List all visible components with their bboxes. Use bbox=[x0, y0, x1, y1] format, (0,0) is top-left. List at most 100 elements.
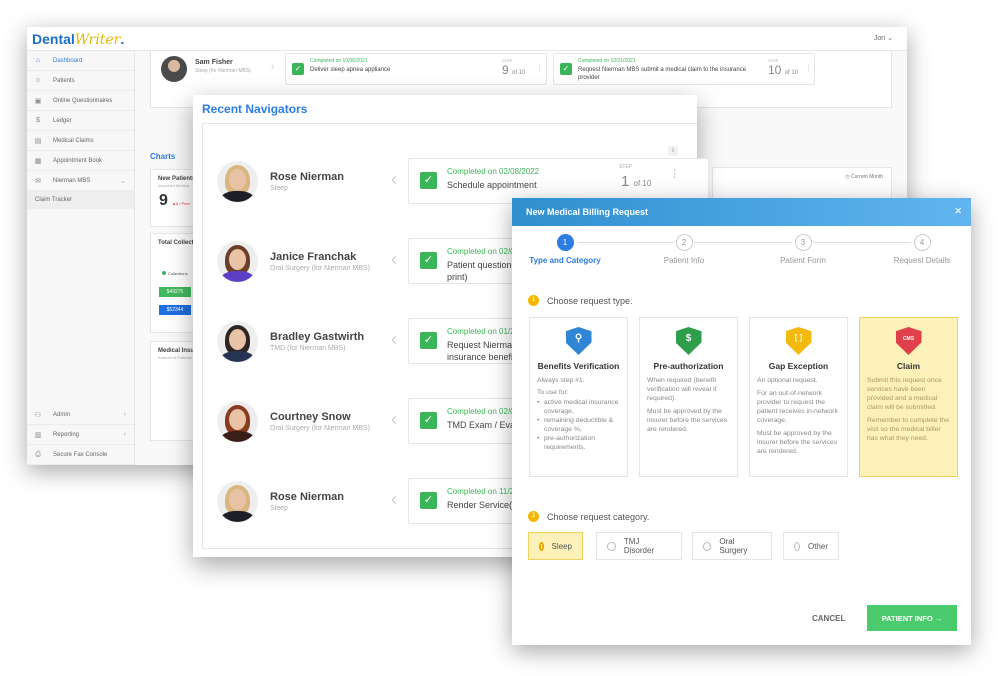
new-patients-delta: ▲6 / Prev bbox=[172, 201, 190, 206]
sidebar-item-ledger[interactable]: $ Ledger bbox=[27, 111, 134, 131]
type-card-description: Always step #1. To use for: active medic… bbox=[530, 376, 627, 452]
step-number: 4 bbox=[913, 234, 931, 251]
category-label: TMJ Disorder bbox=[623, 537, 655, 555]
category-option-other[interactable]: Other bbox=[783, 532, 839, 560]
patient-subtitle: TMD (for Nierman MBS) bbox=[270, 345, 346, 352]
current-month-filter[interactable]: ◷ Current Month bbox=[845, 174, 883, 180]
type-card-gap-exception[interactable]: [ ] Gap Exception An optional request. F… bbox=[749, 317, 848, 477]
step-label: Type and Category bbox=[529, 256, 601, 265]
patient-subtitle: Sleep (for Nierman MBS) bbox=[195, 68, 251, 74]
completed-date: Completed on 02/0 bbox=[447, 407, 515, 416]
category-option-oral-surgery[interactable]: Oral Surgery bbox=[692, 532, 772, 560]
sidebar-item-label: Admin bbox=[53, 411, 71, 418]
avatar[interactable] bbox=[217, 401, 258, 442]
sidebar-item-label: Ledger bbox=[53, 117, 72, 124]
avatar[interactable] bbox=[217, 161, 258, 202]
task-text: Deliver sleep apnea appliance bbox=[310, 67, 391, 73]
step-number: 1 bbox=[621, 173, 630, 190]
sidebar-item-admin[interactable]: ⚇ Admin › bbox=[27, 405, 134, 425]
claim-shield-icon: CMS bbox=[895, 327, 922, 355]
step-patient-info[interactable]: 2 Patient Info bbox=[634, 234, 734, 265]
patient-name[interactable]: Courtney Snow bbox=[270, 411, 351, 423]
chevron-left-icon[interactable]: ‹ bbox=[391, 329, 397, 350]
chevron-left-icon[interactable]: ‹ bbox=[391, 489, 397, 510]
section-number-badge: 2 bbox=[528, 511, 539, 522]
sidebar-item-appointment-book[interactable]: ▦ Appointment Book bbox=[27, 151, 134, 171]
radio-unselected-icon bbox=[794, 541, 800, 551]
patient-subtitle: Oral Surgery (for Nierman MBS) bbox=[270, 425, 370, 432]
current-month-label: Current Month bbox=[851, 174, 883, 180]
patient-name[interactable]: Rose Nierman bbox=[270, 171, 344, 183]
bracket-shield-icon: [ ] bbox=[785, 327, 812, 355]
patient-name[interactable]: Bradley Gastwirth bbox=[270, 331, 364, 343]
charts-heading: Charts bbox=[150, 152, 176, 161]
description-line: Must be approved by the insurer before t… bbox=[647, 408, 728, 433]
kebab-menu-icon[interactable]: ⋮ bbox=[669, 169, 680, 180]
patient-info-next-button[interactable]: PATIENT INFO → bbox=[867, 605, 957, 631]
checkbox-checked-icon: ✓ bbox=[420, 172, 437, 189]
type-card-title: Gap Exception bbox=[768, 361, 829, 371]
sidebar-item-online-questionnaires[interactable]: ▣ Online Questionnaires bbox=[27, 91, 134, 111]
section-label: Choose request category. bbox=[547, 511, 650, 522]
kebab-menu-icon[interactable]: ⋮ bbox=[805, 64, 812, 72]
step-request-details[interactable]: 4 Request Details bbox=[872, 234, 972, 265]
patient-name[interactable]: Sam Fisher bbox=[195, 59, 233, 66]
sidebar-item-reporting[interactable]: ▥ Reporting › bbox=[27, 425, 134, 445]
collections-value: $49275 bbox=[159, 287, 191, 297]
chevron-left-icon[interactable]: ‹ bbox=[271, 61, 274, 72]
step-patient-form[interactable]: 3 Patient Form bbox=[753, 234, 853, 265]
logo-dot: . bbox=[120, 31, 125, 47]
avatar[interactable] bbox=[217, 481, 258, 522]
description-line: For an out-of-network provider to reques… bbox=[757, 390, 838, 424]
sidebar-item-nierman-mbs[interactable]: ✉ Nierman MBS ⌄ bbox=[27, 171, 134, 191]
chevron-left-icon[interactable]: ‹ bbox=[391, 249, 397, 270]
step-total: of 10 bbox=[784, 70, 799, 76]
kebab-menu-icon[interactable]: ⋮ bbox=[536, 64, 543, 72]
chevron-left-icon[interactable]: ‹ bbox=[391, 409, 397, 430]
avatar[interactable] bbox=[217, 241, 258, 282]
close-icon[interactable]: × bbox=[954, 203, 962, 218]
info-icon[interactable]: i bbox=[668, 146, 678, 156]
avatar bbox=[161, 56, 187, 82]
modal-header: New Medical Billing Request × bbox=[512, 198, 971, 226]
sidebar-item-patients[interactable]: ☺ Patients bbox=[27, 71, 134, 91]
chevron-left-icon[interactable]: ‹ bbox=[391, 169, 397, 190]
step-label: Patient Form bbox=[780, 256, 826, 265]
sidebar-item-label: Nierman MBS bbox=[53, 177, 91, 184]
sidebar-item-dashboard[interactable]: ⌂ Dashboard bbox=[27, 51, 134, 71]
sidebar-item-medical-claims[interactable]: ▤ Medical Claims bbox=[27, 131, 134, 151]
user-menu[interactable]: Jon ⌄ bbox=[874, 34, 893, 42]
mail-icon: ✉ bbox=[35, 177, 41, 185]
sidebar-item-secure-fax-console[interactable]: ⎙ Secure Fax Console bbox=[27, 445, 134, 465]
step-counter: 1 of 10 bbox=[621, 173, 651, 190]
avatar[interactable] bbox=[217, 321, 258, 362]
patient-name[interactable]: Janice Franchak bbox=[270, 251, 356, 263]
type-card-pre-authorization[interactable]: $ Pre-authorization When required (benef… bbox=[639, 317, 738, 477]
type-card-title: Benefits Verification bbox=[537, 361, 620, 371]
category-option-tmj-disorder[interactable]: TMJ Disorder bbox=[596, 532, 682, 560]
type-card-description: Submit this request once services have b… bbox=[860, 376, 957, 443]
section-number-badge: 1 bbox=[528, 295, 539, 306]
step-card[interactable]: ✓ Completed on 10/21/2021 Request Nierma… bbox=[553, 53, 815, 85]
legend-collections: Collections bbox=[162, 271, 188, 276]
type-card-claim[interactable]: CMS Claim Submit this request once servi… bbox=[859, 317, 958, 477]
step-card[interactable]: ✓ Completed on 10/06/2021 Deliver sleep … bbox=[285, 53, 547, 85]
use-list: active medical insurance coverage, remai… bbox=[537, 398, 620, 452]
category-label: Sleep bbox=[551, 541, 572, 551]
shield-glyph: [ ] bbox=[794, 333, 803, 342]
patient-name[interactable]: Rose Nierman bbox=[270, 491, 344, 503]
description-line: An optional request. bbox=[757, 377, 818, 384]
chevron-right-icon: › bbox=[123, 411, 126, 418]
description-line: Remember to complete the visit so the me… bbox=[867, 417, 949, 442]
step-type-and-category[interactable]: 1 Type and Category bbox=[515, 234, 615, 265]
sidebar-subitem-claim-tracker[interactable]: Claim Tracker bbox=[27, 191, 134, 209]
new-patients-value: 9 bbox=[159, 192, 168, 209]
step-counter: 10 of 10 bbox=[768, 63, 798, 77]
category-option-sleep[interactable]: Sleep bbox=[528, 532, 583, 560]
dentalwriter-logo[interactable]: DentalWriter. bbox=[32, 31, 124, 48]
type-card-benefits-verification[interactable]: ⚲ Benefits Verification Always step #1. … bbox=[529, 317, 628, 477]
step-label: Patient Info bbox=[663, 256, 705, 265]
cancel-button[interactable]: CANCEL bbox=[812, 614, 845, 623]
step-number: 10 bbox=[768, 63, 782, 77]
step-number: 3 bbox=[794, 234, 812, 251]
